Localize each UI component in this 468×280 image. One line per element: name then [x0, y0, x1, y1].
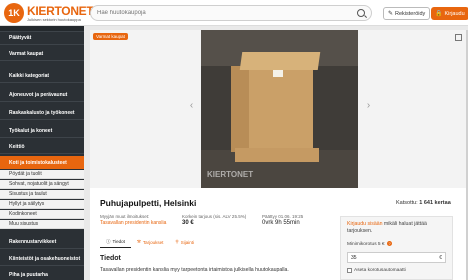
login-button[interactable]: 🔒 Kirjaudu — [431, 7, 468, 20]
sidebar-subitem-other-decor[interactable]: Muu sisustus — [0, 220, 84, 229]
kiertonet-logo[interactable]: 1K KIERTONET Julkisen sektorin huutokaup… — [4, 3, 94, 23]
bid-login-notice: Kirjaudu sisään mikäli haluat jättää tar… — [347, 221, 447, 235]
login-label: Kirjaudu — [444, 10, 465, 17]
sidebar-item-tools[interactable]: Työkalut ja koneet — [0, 125, 84, 138]
tab-details[interactable]: ⓘ Tiedot — [100, 236, 131, 248]
sidebar-item-vehicles[interactable]: Ajoneuvot ja perävaunut — [0, 89, 84, 102]
sidebar-item-building-supplies[interactable]: Rakennustarvikkeet — [0, 236, 84, 249]
tab-label: Tiedot — [112, 239, 125, 244]
seller-label: Myyjän muut ilmoitukset: — [100, 214, 150, 219]
search-input[interactable] — [97, 6, 349, 20]
auto-bid-checkbox[interactable] — [347, 268, 352, 273]
price-info: Korkein tarjous (sis. ALV 25.5%) 30 € — [182, 214, 246, 226]
end-label: Päättyy 01.06. 19:25 — [262, 214, 304, 219]
edit-icon: ✎ — [388, 11, 394, 17]
bid-currency: € — [439, 255, 442, 261]
bid-amount-input[interactable]: 35 € — [347, 252, 446, 263]
sidebar-item-heavy-machinery[interactable]: Raskaskalusto ja työkoneet — [0, 107, 84, 120]
sidebar-item-home-office-furniture[interactable]: Koti ja toimistokalusteet — [0, 156, 84, 169]
details-heading: Tiedot — [100, 255, 121, 262]
bid-amount-value: 35 — [351, 254, 357, 261]
tab-bids[interactable]: ⚒ Tarjoukset — [131, 236, 170, 248]
photo-gallery: Varmat kaupat ‹ KIERTONET › — [90, 30, 466, 188]
expand-icon[interactable] — [455, 34, 462, 41]
views-value: 1 641 kertaa — [419, 200, 451, 206]
podium-base — [235, 148, 319, 162]
lock-icon: 🔒 — [435, 11, 443, 17]
register-label: Rekisteröidy — [395, 10, 426, 17]
end-time-info: Päättyy 01.06. 19:25 0vrk 9h 55min — [262, 214, 303, 226]
listing-title: Puhujapulpetti, Helsinki — [100, 198, 197, 208]
search-icon[interactable] — [357, 9, 365, 17]
podium-label-sticker — [273, 70, 283, 77]
listing-tabs: ⓘ Tiedot ⚒ Tarjoukset ⚲ Sijainti — [100, 236, 200, 248]
sidebar-item-ending[interactable]: Päättyvät — [0, 32, 84, 45]
category-sidebar: Päättyvät Varmat kaupat Kaikki kategoria… — [0, 26, 84, 280]
product-photo[interactable]: KIERTONET — [201, 30, 358, 188]
sidebar-item-kitchen[interactable]: Keittiö — [0, 141, 84, 154]
auto-bid-option[interactable]: Aseta korotusautomaatti — [347, 268, 406, 273]
time-left: 0vrk 9h 55min — [262, 220, 300, 226]
pin-icon: ⚲ — [175, 239, 179, 244]
tab-location[interactable]: ⚲ Sijainti — [169, 236, 200, 248]
bid-panel: Kirjaudu sisään mikäli haluat jättää tar… — [340, 216, 453, 280]
logo-name: KIERTONET — [27, 3, 94, 18]
podium-body — [249, 66, 313, 158]
register-button[interactable]: ✎ Rekisteröidy — [383, 7, 431, 20]
logo-badge: 1K — [4, 3, 24, 23]
login-link[interactable]: Kirjaudu sisään — [347, 221, 382, 227]
seller-info: Myyjän muut ilmoitukset: Tasavallan pres… — [100, 214, 166, 226]
chevron-left-icon[interactable]: ‹ — [186, 100, 197, 111]
views-label: Katsottu: — [396, 200, 418, 206]
podium-side — [231, 66, 251, 152]
sidebar-item-all-categories[interactable]: Kaikki kategoriat — [0, 70, 84, 83]
tab-label: Tarjoukset — [142, 239, 164, 245]
sidebar-subitem-shelves-storage[interactable]: Hyllyt ja säilytys — [0, 200, 84, 209]
min-raise: Minimikorotus 5 € ? — [347, 241, 392, 247]
gavel-icon: ⚒ — [136, 239, 141, 244]
sidebar-subitem-decor-paintings[interactable]: Sisustus ja taulut — [0, 190, 84, 199]
photo-watermark: KIERTONET — [207, 170, 254, 179]
auto-bid-label: Aseta korotusautomaatti — [354, 268, 406, 273]
site-header: 1K KIERTONET Julkisen sektorin huutokaup… — [0, 0, 468, 26]
min-raise-label: Minimikorotus 5 € — [347, 242, 385, 247]
search-box — [90, 5, 372, 21]
seller-link[interactable]: Tasavallan presidentin kanslia — [100, 220, 166, 226]
sidebar-subitem-appliances[interactable]: Kodinkoneet — [0, 210, 84, 219]
sidebar-item-buy-now[interactable]: Varmat kaupat — [0, 48, 84, 61]
price-value: 30 € — [182, 220, 194, 226]
sidebar-item-real-estate[interactable]: Kiinteistöt ja osakehuoneistot — [0, 253, 84, 266]
listing-content: Varmat kaupat ‹ KIERTONET › Puhujapulpet… — [90, 30, 466, 280]
price-label: Korkein tarjous (sis. ALV 25.5%) — [182, 214, 247, 219]
info-icon: ⓘ — [106, 238, 111, 244]
sidebar-item-yard-garden[interactable]: Piha ja puutarha — [0, 269, 84, 280]
logo-tagline: Julkisen sektorin huutokauppa — [27, 16, 81, 22]
details-description: Tasavallan presidentin kanslia myy tarpe… — [100, 267, 289, 273]
help-icon[interactable]: ? — [386, 241, 392, 246]
logo-text: KIERTONET Julkisen sektorin huutokauppa — [27, 3, 94, 22]
podium-top — [239, 52, 321, 70]
view-count: Katsottu: 1 641 kertaa — [396, 200, 451, 206]
chevron-right-icon[interactable]: › — [363, 100, 374, 111]
tab-label: Sijainti — [180, 239, 194, 245]
sidebar-subitem-sofas-beds[interactable]: Sohvat, nojatuolit ja sängyt — [0, 180, 84, 189]
sidebar-subitem-tables-chairs[interactable]: Pöydät ja tuolit — [0, 170, 84, 179]
buy-now-badge: Varmat kaupat — [93, 33, 128, 40]
